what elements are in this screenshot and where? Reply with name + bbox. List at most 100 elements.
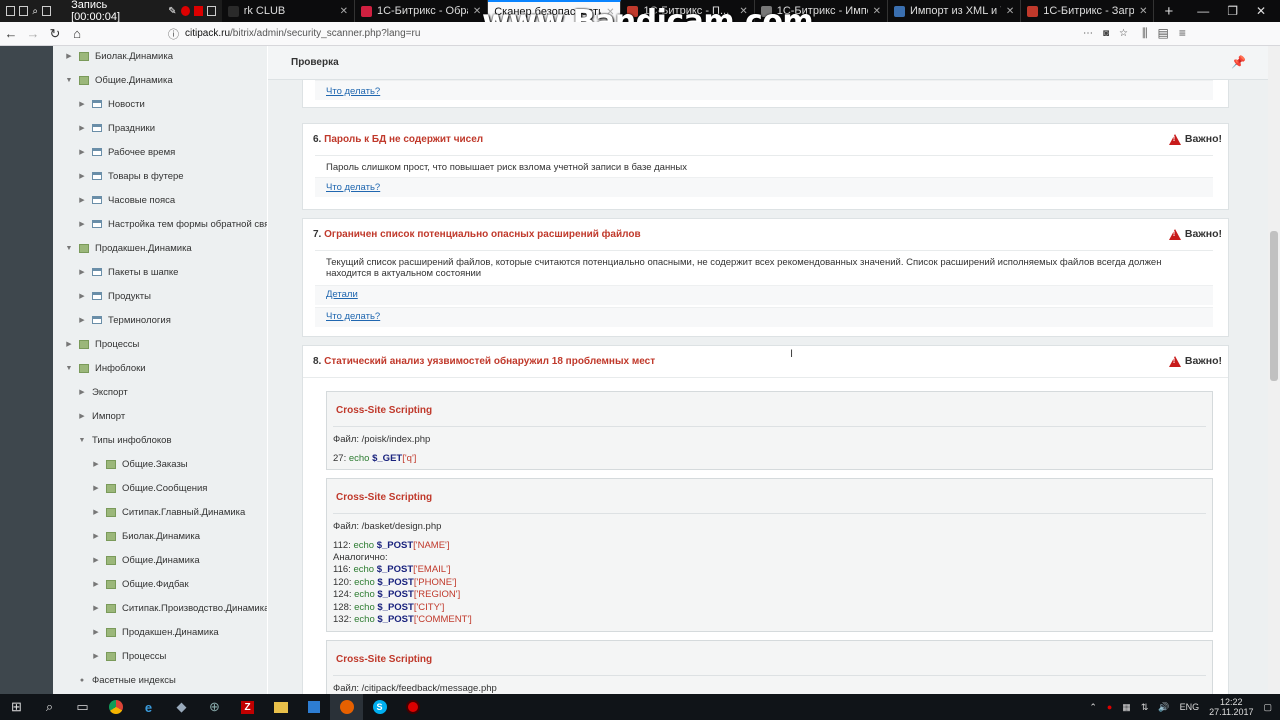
expand-arrow-icon[interactable]: ▶	[92, 628, 100, 636]
network-icon[interactable]: ▦	[1122, 702, 1131, 713]
expand-arrow-icon[interactable]: ▶	[78, 268, 86, 276]
sidebar-toggle-icon[interactable]: ▤	[1158, 26, 1169, 41]
firefox-icon[interactable]	[330, 694, 363, 720]
record-icon[interactable]	[180, 6, 190, 16]
close-icon[interactable]: ✕	[473, 6, 481, 17]
expand-arrow-icon[interactable]: ▶	[65, 340, 73, 348]
edge-icon[interactable]: e	[132, 694, 165, 720]
tree-item[interactable]: ▶ Товары в футере	[78, 164, 183, 188]
url-bar[interactable]: ⓘ citipack.ru/bitrix/admin/security_scan…	[168, 26, 1128, 42]
language-indicator[interactable]: ENG	[1180, 702, 1200, 712]
expand-arrow-icon[interactable]: ▶	[92, 652, 100, 660]
window-icon[interactable]	[6, 6, 16, 16]
page-actions-icon[interactable]: ⋯	[1083, 28, 1093, 39]
bandicam-icon[interactable]	[396, 694, 429, 720]
tab-7[interactable]: 1С-Битрикс - Загрузка ката ✕	[1021, 0, 1155, 22]
details-link[interactable]: Детали	[326, 289, 358, 300]
tree-item[interactable]: ▶ Общие.Динамика	[92, 548, 199, 572]
close-icon[interactable]: ✕	[873, 6, 881, 17]
tree-item[interactable]: ▼ Общие.Динамика	[65, 68, 173, 92]
page-scrollbar[interactable]	[1268, 46, 1280, 694]
bookmark-star-icon[interactable]: ☆	[1119, 28, 1128, 39]
tree-item[interactable]: ▶ Ситипак.Главный.Динамика	[92, 500, 245, 524]
tree-item[interactable]: ▶ Биолак.Динамика	[65, 46, 173, 68]
tree-item[interactable]: ▶ Пакеты в шапке	[78, 260, 178, 284]
camera-icon[interactable]	[206, 6, 216, 16]
tree-item[interactable]: ▶ Биолак.Динамика	[92, 524, 200, 548]
back-icon[interactable]: ←	[0, 26, 22, 41]
close-icon[interactable]: ✕	[1006, 6, 1014, 17]
expand-arrow-icon[interactable]: ▶	[78, 148, 86, 156]
sync-icon[interactable]: ⇅	[1141, 702, 1149, 713]
tree-item[interactable]: ▶ Рабочее время	[78, 140, 175, 164]
pocket-icon[interactable]: ◙	[1103, 28, 1109, 39]
tree-item[interactable]: ● Фасетные индексы	[78, 668, 176, 692]
explorer-icon[interactable]	[264, 694, 297, 720]
tree-item[interactable]: ▶ Общие.Фидбак	[92, 572, 188, 596]
expand-arrow-icon[interactable]: ▶	[78, 412, 86, 420]
window-close-icon[interactable]: ✕	[1256, 4, 1266, 18]
tree-item[interactable]: ▶ Продукты	[78, 284, 151, 308]
tree-item[interactable]: ▶ Процессы	[65, 332, 139, 356]
tree-item[interactable]: ▶ Терминология	[78, 308, 171, 332]
expand-arrow-icon[interactable]: ▶	[92, 508, 100, 516]
forward-icon[interactable]: →	[22, 26, 44, 41]
expand-arrow-icon[interactable]: ▶	[78, 388, 86, 396]
collapse-arrow-icon[interactable]: ▼	[65, 365, 73, 372]
tree-item[interactable]: ▶ Ситипак.Производство.Динамика	[92, 596, 267, 620]
tab-2[interactable]: 1С-Битрикс - Обращение N ✕	[355, 0, 489, 22]
expand-arrow-icon[interactable]: ▶	[78, 196, 86, 204]
tree-item[interactable]: ▶ Настройка тем формы обратной связи	[78, 212, 267, 236]
scrollbar-thumb[interactable]	[1270, 231, 1278, 381]
tree-item[interactable]: ▶ Экспорт	[78, 380, 127, 404]
chrome-icon[interactable]	[99, 694, 132, 720]
tree-item[interactable]: ▼ Инфоблоки	[65, 356, 146, 380]
network-app-icon[interactable]: ⊕	[198, 694, 231, 720]
collapse-arrow-icon[interactable]: ▼	[65, 77, 73, 84]
expand-arrow-icon[interactable]: ▶	[92, 604, 100, 612]
fullscreen-icon[interactable]	[19, 6, 29, 16]
region-icon[interactable]	[41, 6, 52, 16]
tree-item[interactable]: ▶ Часовые пояса	[78, 188, 175, 212]
store-icon[interactable]	[297, 694, 330, 720]
expand-arrow-icon[interactable]: ▶	[78, 316, 86, 324]
search-icon[interactable]: ⌕	[32, 6, 38, 17]
tab-1[interactable]: rk CLUB ✕	[222, 0, 355, 22]
expand-arrow-icon[interactable]: ▶	[92, 532, 100, 540]
skype-icon[interactable]: S	[363, 694, 396, 720]
stop-icon[interactable]	[193, 6, 203, 16]
close-icon[interactable]: ✕	[1139, 6, 1147, 17]
minimize-icon[interactable]: —	[1197, 4, 1209, 18]
library-icon[interactable]: ⫼	[1142, 26, 1148, 41]
tree-item[interactable]: ▶ Импорт	[78, 404, 125, 428]
expand-arrow-icon[interactable]: ▶	[78, 220, 86, 228]
check-tab[interactable]: Проверка	[268, 46, 1268, 80]
task-view-icon[interactable]: ▭	[66, 694, 99, 720]
new-tab-icon[interactable]: +	[1154, 0, 1183, 22]
expand-arrow-icon[interactable]: ▶	[78, 172, 86, 180]
tree-item[interactable]: ▶ Новости	[78, 92, 144, 116]
tree-item[interactable]: ▶ Общие.Заказы	[92, 452, 187, 476]
tree-item[interactable]: ▶ Процессы	[92, 644, 166, 668]
pencil-icon[interactable]: ✎	[168, 6, 176, 17]
windows-start-icon[interactable]: ⊞	[0, 694, 33, 720]
expand-arrow-icon[interactable]: ▶	[78, 292, 86, 300]
filezilla-icon[interactable]: Z	[231, 694, 264, 720]
pin-icon[interactable]: 📌	[1231, 55, 1246, 69]
app-icon[interactable]: ◆	[165, 694, 198, 720]
expand-arrow-icon[interactable]: ▶	[92, 484, 100, 492]
expand-arrow-icon[interactable]: ▶	[92, 460, 100, 468]
tab-6[interactable]: Импорт из XML и YML. Загр ✕	[888, 0, 1022, 22]
close-icon[interactable]: ✕	[340, 6, 348, 17]
info-icon[interactable]: ⓘ	[168, 26, 179, 42]
record-tray-icon[interactable]: ●	[1107, 702, 1112, 712]
tree-item[interactable]: ▼ Продакшен.Динамика	[65, 236, 192, 260]
expand-arrow-icon[interactable]: ▶	[65, 52, 73, 60]
tree-item[interactable]: ▶ Праздники	[78, 116, 155, 140]
what-to-do-link[interactable]: Что делать?	[326, 311, 380, 322]
expand-arrow-icon[interactable]: ▶	[92, 556, 100, 564]
notifications-icon[interactable]: ▢	[1263, 702, 1272, 713]
home-icon[interactable]: ⌂	[66, 26, 88, 41]
maximize-icon[interactable]: ❐	[1227, 4, 1238, 18]
tree-item[interactable]: ▼ Типы инфоблоков	[78, 428, 172, 452]
